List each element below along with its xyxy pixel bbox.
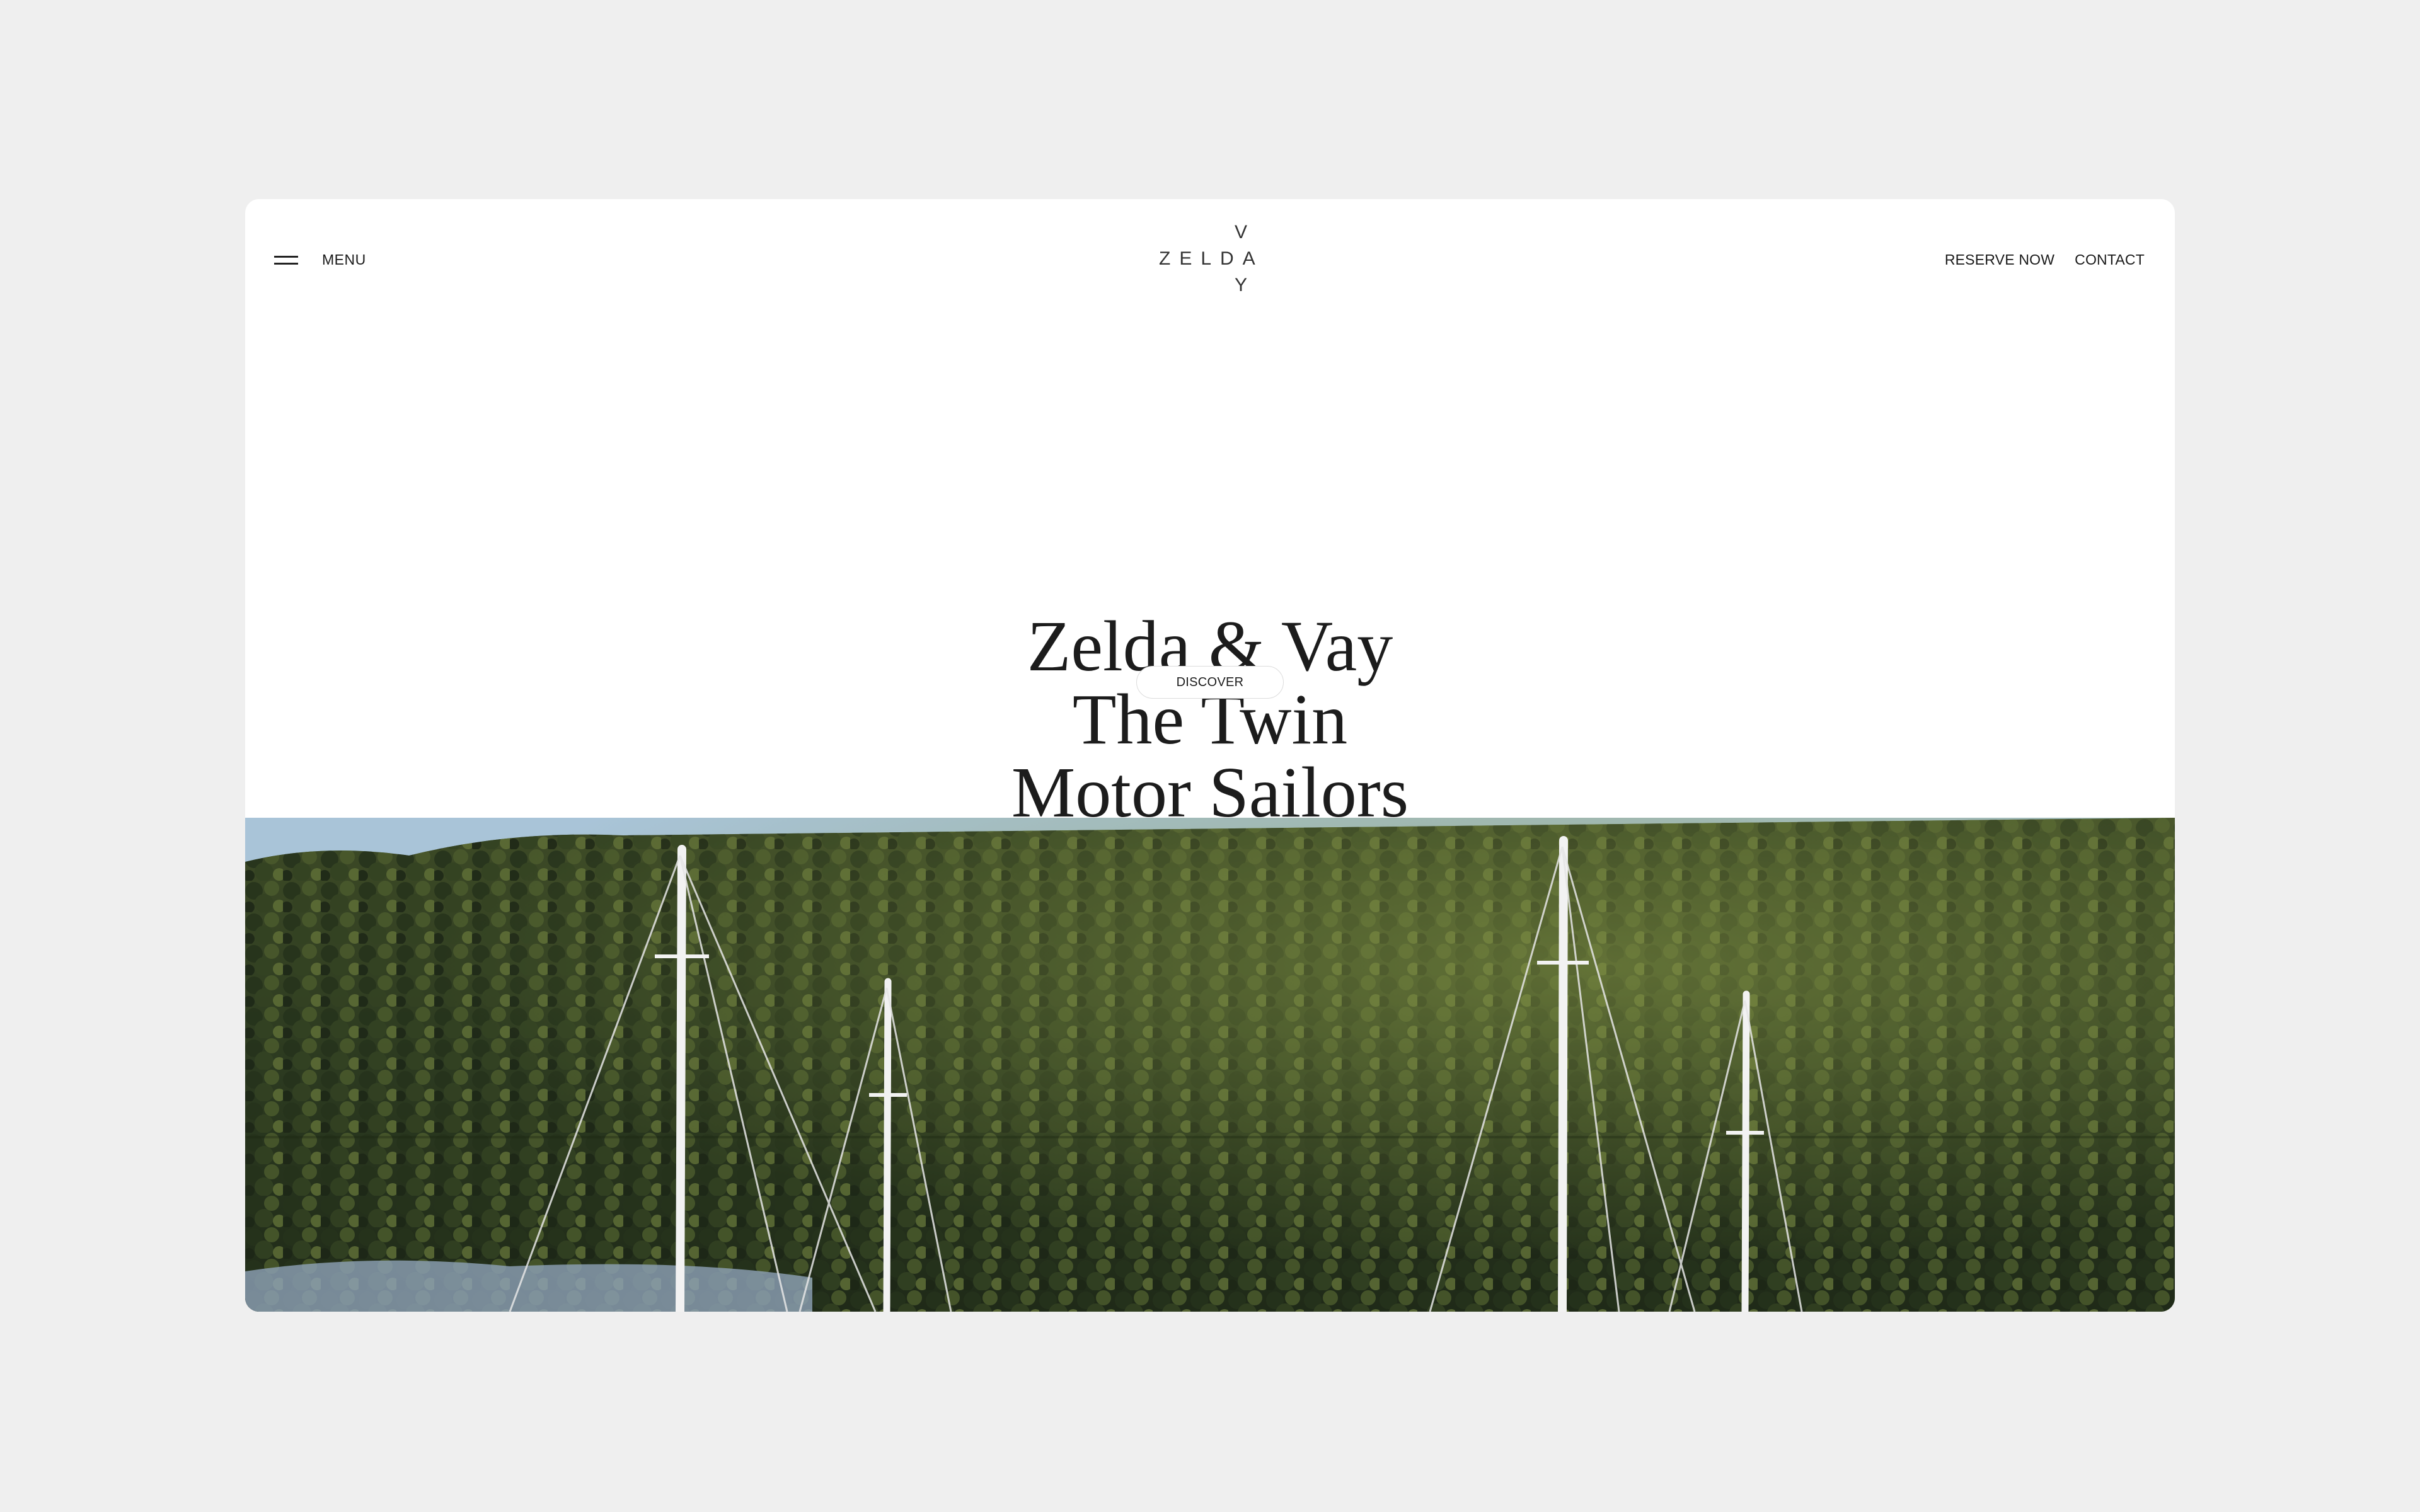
logo-word: ZELDA xyxy=(1159,248,1264,269)
reserve-now-link[interactable]: RESERVE NOW xyxy=(1945,251,2054,268)
header-nav: RESERVE NOW CONTACT xyxy=(1945,237,2145,282)
hero-title: Zelda & Vay The Twin Motor Sailors xyxy=(245,610,2175,829)
contact-link[interactable]: CONTACT xyxy=(2075,251,2145,268)
logo[interactable]: V ZELDA Y xyxy=(1159,214,1260,295)
logo-letter-y: Y xyxy=(1235,275,1248,295)
hero-image xyxy=(245,818,2175,1312)
hamburger-icon xyxy=(274,254,298,265)
discover-button[interactable]: DISCOVER xyxy=(1136,666,1284,699)
page-card: MENU V ZELDA Y RESERVE NOW CONTACT Zelda… xyxy=(245,199,2175,1312)
site-header: MENU V ZELDA Y RESERVE NOW CONTACT xyxy=(245,199,2175,300)
logo-letter-v: V xyxy=(1235,222,1248,243)
menu-button[interactable]: MENU xyxy=(274,237,366,282)
menu-label: MENU xyxy=(322,251,366,268)
